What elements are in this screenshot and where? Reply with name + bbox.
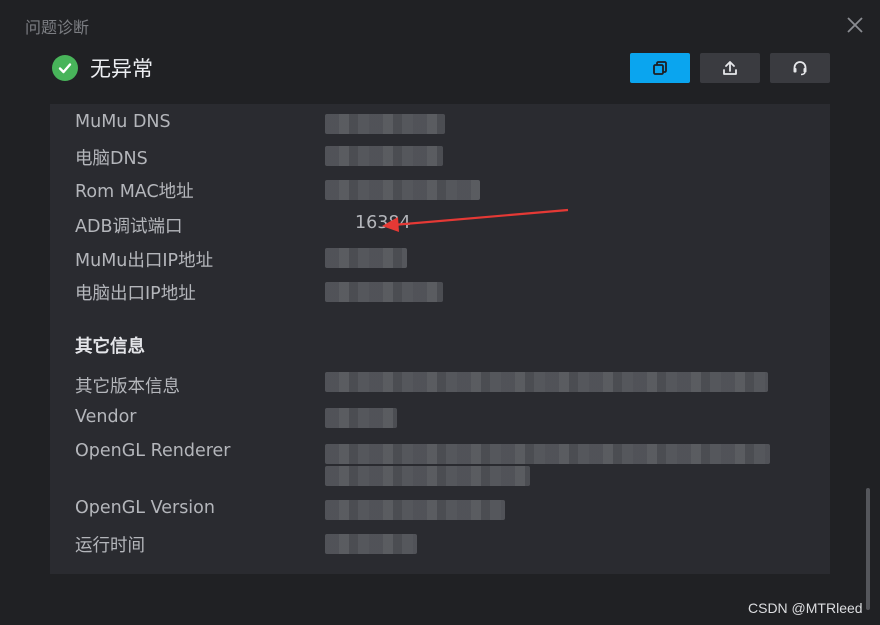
diagnostic-panel[interactable]: MuMu DNS 电脑DNS Rom MAC地址 ADB调试端口 16384 M…	[50, 104, 830, 574]
row-label: 运行时间	[75, 536, 145, 556]
row-label: 电脑出口IP地址	[75, 284, 196, 304]
row-other-version: 其它版本信息	[75, 373, 180, 398]
watermark: CSDN @MTRleed	[748, 600, 863, 616]
copy-button[interactable]	[630, 53, 690, 83]
redacted-value	[325, 500, 505, 520]
row-label: OpenGL Renderer	[75, 441, 231, 461]
row-label: MuMu出口IP地址	[75, 251, 214, 271]
row-rom-mac: Rom MAC地址	[75, 178, 194, 203]
redacted-value	[325, 466, 530, 486]
row-label: 其它版本信息	[75, 377, 180, 397]
headset-icon	[793, 61, 807, 76]
redacted-value	[325, 534, 417, 554]
close-icon	[847, 17, 863, 33]
window-title: 问题诊断	[25, 18, 90, 37]
row-label: ADB调试端口	[75, 217, 183, 237]
row-vendor: Vendor	[75, 407, 136, 427]
row-pc-exit-ip: 电脑出口IP地址	[75, 280, 196, 305]
adb-port-value: 16384	[355, 213, 411, 233]
row-opengl-renderer: OpenGL Renderer	[75, 441, 231, 461]
redacted-value	[325, 146, 443, 166]
support-button[interactable]	[770, 53, 830, 83]
row-mumu-dns: MuMu DNS	[75, 112, 171, 132]
section-title: 其它信息	[75, 337, 145, 357]
status-text: 无异常	[90, 57, 153, 81]
check-circle-icon	[52, 55, 78, 81]
row-mumu-exit-ip: MuMu出口IP地址	[75, 247, 213, 272]
redacted-value	[325, 114, 445, 134]
upload-icon	[723, 61, 737, 75]
redacted-value	[325, 248, 407, 268]
upload-button[interactable]	[700, 53, 760, 83]
row-adb-port: ADB调试端口 16384	[75, 213, 411, 238]
scrollbar[interactable]	[866, 488, 870, 610]
row-pc-dns: 电脑DNS	[75, 145, 148, 170]
row-label: MuMu DNS	[75, 112, 171, 132]
row-opengl-version: OpenGL Version	[75, 498, 215, 518]
row-label: OpenGL Version	[75, 498, 215, 518]
status-indicator: 无异常	[52, 54, 153, 82]
redacted-value	[325, 408, 397, 428]
copy-icon	[653, 61, 667, 75]
redacted-value	[325, 444, 770, 464]
redacted-value	[325, 282, 443, 302]
redacted-value	[325, 372, 768, 392]
row-label: Vendor	[75, 407, 137, 427]
row-label: Rom MAC地址	[75, 182, 194, 202]
row-label: 电脑DNS	[75, 149, 148, 169]
row-uptime: 运行时间	[75, 532, 145, 557]
close-button[interactable]	[844, 14, 866, 36]
redacted-value	[325, 180, 480, 200]
